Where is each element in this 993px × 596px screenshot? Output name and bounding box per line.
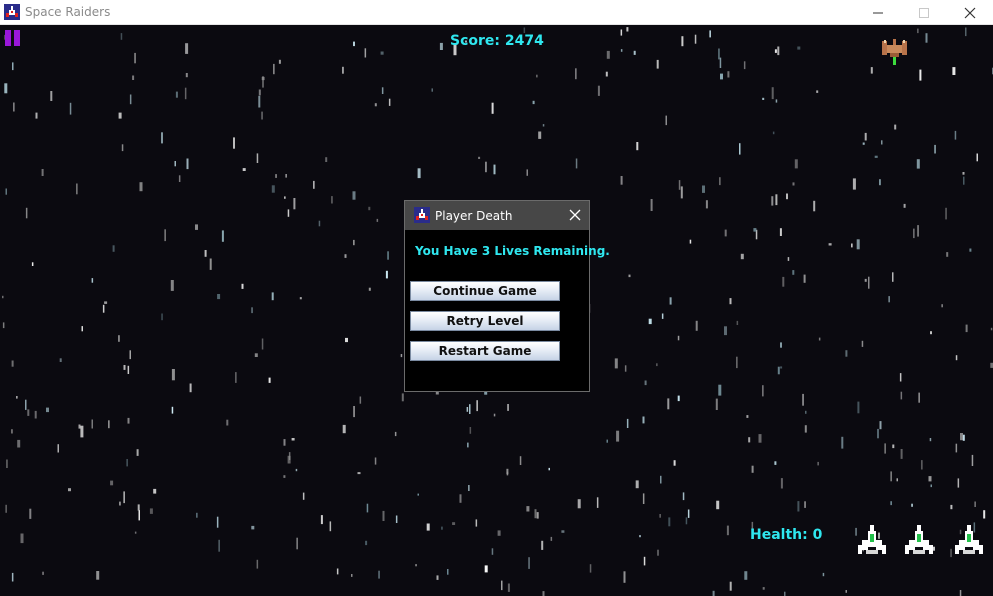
maximize-button[interactable]	[901, 0, 947, 25]
space-raiders-app-icon	[4, 4, 20, 20]
minimize-icon	[873, 12, 883, 13]
continue-game-button[interactable]: Continue Game	[410, 281, 560, 301]
dialog-message: You Have 3 Lives Remaining.	[415, 244, 610, 258]
window-title: Space Raiders	[25, 5, 111, 19]
close-icon	[964, 7, 976, 18]
dialog-titlebar[interactable]: Player Death	[405, 201, 589, 230]
window-titlebar: Space Raiders	[0, 0, 993, 25]
close-button[interactable]	[947, 0, 993, 25]
close-icon	[569, 209, 581, 221]
dialog-close-button[interactable]	[565, 205, 585, 225]
retry-level-button[interactable]: Retry Level	[410, 311, 560, 331]
maximize-icon	[919, 7, 929, 18]
dialog-title: Player Death	[435, 209, 513, 223]
player-death-dialog: Player Death You Have 3 Lives Remaining.…	[404, 200, 610, 392]
player-ship-icon	[905, 525, 933, 554]
minimize-button[interactable]	[855, 0, 901, 25]
restart-game-button[interactable]: Restart Game	[410, 341, 560, 361]
pause-icon[interactable]	[5, 30, 21, 46]
score-display: Score: 2474	[450, 33, 544, 49]
health-display: Health: 0	[750, 527, 823, 543]
player-ship-icon	[858, 525, 886, 554]
space-raiders-app-icon	[414, 207, 430, 223]
enemy-ship-icon	[882, 39, 907, 65]
player-ship-icon	[955, 525, 983, 554]
